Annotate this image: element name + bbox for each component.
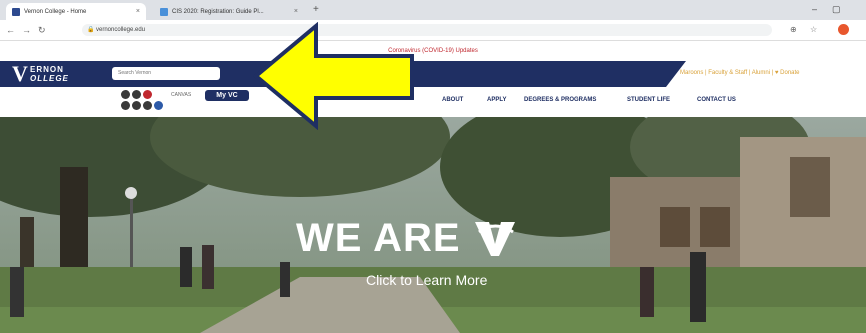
nav-degrees-programs[interactable]: DEGREES & PROGRAMS <box>524 97 596 103</box>
zoom-icon[interactable]: ⊕ <box>790 25 797 34</box>
browser-tab-vernon[interactable]: Vernon College - Home × <box>6 3 146 20</box>
social-icon[interactable] <box>143 101 152 110</box>
hero-title-text: WE ARE <box>296 216 461 260</box>
social-icon[interactable] <box>121 90 130 99</box>
logo-line1: ERNON <box>30 65 64 74</box>
social-icon[interactable] <box>132 90 141 99</box>
forward-icon[interactable]: → <box>22 25 31 35</box>
close-icon[interactable]: × <box>136 8 140 15</box>
social-icon[interactable] <box>154 101 163 110</box>
profile-avatar[interactable] <box>838 24 849 35</box>
hero-title: WE ARE <box>296 218 517 258</box>
minimize-button[interactable]: – <box>812 4 817 14</box>
instagram-icon[interactable] <box>143 90 152 99</box>
page-favicon-icon <box>160 7 168 16</box>
header-top-links[interactable]: Maroons | Faculty & Staff | Alumni | ♥ D… <box>680 70 800 76</box>
browser-tab-bar: Vernon College - Home × CIS 2020: Regist… <box>0 0 866 20</box>
url-field[interactable]: 🔒 vernoncollege.edu <box>82 24 772 36</box>
star-icon[interactable]: ☆ <box>810 25 817 34</box>
lock-icon: 🔒 <box>87 27 95 33</box>
sub-header <box>0 87 866 117</box>
address-bar-row: ← → ↻ 🔒 vernoncollege.edu ⊕ ☆ <box>0 20 866 41</box>
arrow-annotation-icon <box>252 22 414 130</box>
browser-tab-cis[interactable]: CIS 2020: Registration: Guide Pl... × <box>154 3 304 20</box>
my-vc-button[interactable]: My VC <box>205 90 249 101</box>
url-text: vernoncollege.edu <box>96 27 146 33</box>
reload-icon[interactable]: ↻ <box>38 25 46 36</box>
vernon-college-logo[interactable]: V ERNON OLLEGE <box>12 63 104 85</box>
vc-logo-icon <box>474 222 515 256</box>
hero-learn-more-link[interactable]: Click to Learn More <box>366 272 487 288</box>
vernon-favicon-icon <box>12 7 20 16</box>
logo-v-mark: V <box>12 61 28 86</box>
nav-contact-us[interactable]: CONTACT US <box>697 97 736 103</box>
canvas-link[interactable]: CANVAS <box>171 92 191 98</box>
covid-alert-link[interactable]: Coronavirus (COVID-19) Updates <box>0 41 866 61</box>
back-icon[interactable]: ← <box>6 25 15 35</box>
social-icon[interactable] <box>121 101 130 110</box>
nav-about[interactable]: ABOUT <box>442 97 463 103</box>
nav-apply[interactable]: APPLY <box>487 97 506 103</box>
tab-title: CIS 2020: Registration: Guide Pl... <box>172 8 264 15</box>
maximize-button[interactable]: ▢ <box>832 4 841 15</box>
close-icon[interactable]: × <box>294 8 298 15</box>
social-icon[interactable] <box>132 101 141 110</box>
nav-student-life[interactable]: STUDENT LIFE <box>627 97 670 103</box>
site-search-input[interactable] <box>112 67 220 80</box>
tab-title: Vernon College - Home <box>24 8 87 15</box>
logo-line2: OLLEGE <box>30 74 69 83</box>
new-tab-button[interactable]: + <box>313 4 319 15</box>
